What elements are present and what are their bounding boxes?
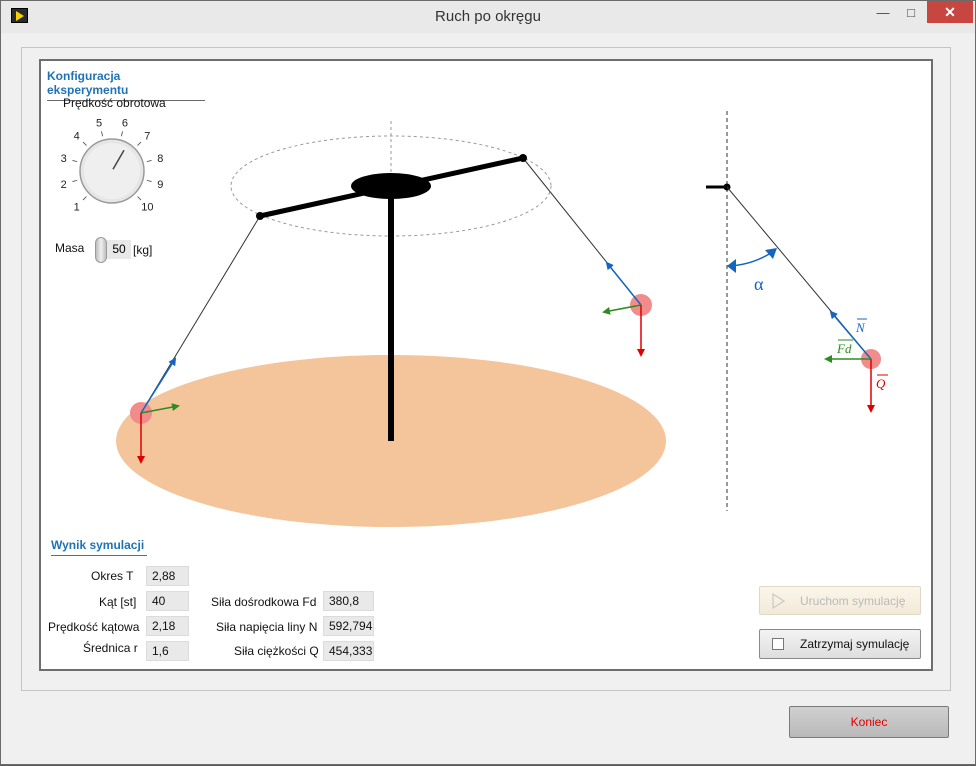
mass-stepper[interactable] (95, 237, 107, 263)
period-value: 2,88 (146, 566, 189, 586)
left-joint (256, 212, 264, 220)
knob-tick-label: 8 (157, 153, 163, 165)
alpha-label: α (754, 274, 764, 294)
knob-tick-mark (72, 179, 78, 183)
angular-speed-label: Prędkość kątowa (48, 620, 140, 634)
knob-tick-label: 3 (61, 153, 67, 165)
period-label: Okres T (91, 569, 134, 583)
stop-simulation-label: Zatrzymaj symulację (800, 637, 910, 651)
knob-tick-label: 9 (157, 179, 163, 191)
gravity-label: Siła ciężkości Q (234, 644, 319, 658)
speed-knob-face (84, 143, 140, 199)
knob-tick-mark (82, 141, 87, 146)
quit-label: Koniec (850, 715, 888, 729)
fd-vector-label: Fd (836, 341, 852, 356)
knob-tick-label: 6 (122, 118, 128, 130)
play-icon (772, 592, 786, 609)
mass-input[interactable]: 50 (107, 240, 131, 259)
knob-tick-label: 5 (96, 118, 102, 130)
results-section-title: Wynik symulacji (51, 538, 147, 556)
centripetal-label: Siła dośrodkowa Fd (211, 595, 317, 609)
knob-tick-label: 7 (144, 131, 150, 143)
run-simulation-button[interactable]: Uruchom symulację (759, 586, 921, 615)
app-window: Ruch po okręgu — □ ✕ α N Fd Q 1 2 3 4 5 … (0, 0, 976, 765)
gravity-value: 454,333 (323, 641, 374, 661)
quit-button[interactable]: Koniec (789, 706, 949, 738)
right-joint (519, 154, 527, 162)
knob-tick-mark (137, 196, 142, 201)
n-vector-label: N (855, 320, 866, 335)
knob-tick-label: 4 (74, 131, 80, 143)
knob-tick-label: 10 (141, 201, 153, 213)
knob-tick-mark (72, 159, 78, 163)
angle-value: 40 (146, 591, 189, 611)
stop-simulation-button[interactable]: Zatrzymaj symulację (759, 629, 921, 659)
knob-tick-mark (137, 141, 142, 146)
angle-arc-tip-left (727, 259, 736, 273)
angle-arc-tip-right (765, 248, 777, 259)
tension-value: 592,794 (323, 616, 374, 636)
run-simulation-label: Uruchom symulację (800, 593, 906, 608)
stop-checkbox[interactable] (772, 638, 784, 650)
knob-tick-mark (146, 179, 152, 183)
carousel-hub (351, 173, 431, 199)
angular-speed-value: 2,18 (146, 616, 189, 636)
speed-knob-label: Prędkość obrotowa (63, 96, 166, 110)
q-vector-label: Q (876, 376, 886, 391)
knob-tick-mark (146, 159, 152, 163)
diameter-value: 1,6 (146, 641, 189, 661)
knob-tick-mark (82, 196, 87, 201)
tension-label: Siła napięcia liny N (216, 620, 318, 634)
knob-tick-mark (120, 131, 124, 137)
mass-unit: [kg] (133, 243, 153, 257)
knob-tick-mark (100, 131, 104, 137)
diameter-label: Średnica r (83, 641, 138, 655)
angle-label: Kąt [st] (99, 595, 137, 609)
right-tension-arrow (605, 261, 642, 306)
knob-tick-label: 1 (74, 201, 80, 213)
knob-tick-label: 2 (61, 179, 67, 191)
centripetal-value: 380,8 (323, 591, 374, 611)
mass-label: Masa (55, 241, 85, 255)
